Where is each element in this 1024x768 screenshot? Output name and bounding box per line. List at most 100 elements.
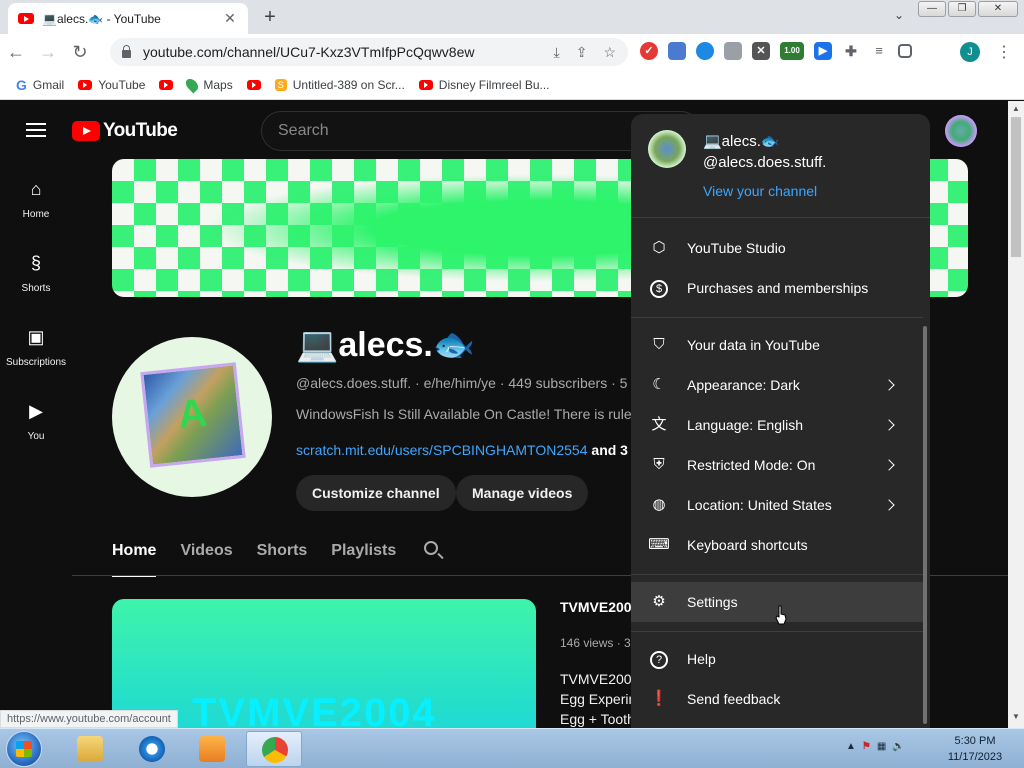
taskbar-media-player[interactable] [184,731,240,767]
tab-home[interactable]: Home [112,529,157,577]
scrollbar-thumb[interactable] [1011,117,1021,257]
channel-avatar[interactable] [112,337,272,497]
tab-search-chevron-icon[interactable]: ⌄ [894,8,904,22]
home-icon: ⌂ [30,179,42,199]
sidenav-item-subscriptions[interactable]: ▣ Subscriptions [0,327,72,368]
browser-tab-youtube[interactable]: 💻alecs.🐟 - YouTube ✕ [8,3,248,34]
counter-extension-icon[interactable]: 1.00 [780,42,804,60]
tab-shorts[interactable]: Shorts [257,529,308,577]
reload-icon[interactable]: ↻ [64,36,96,68]
tray-expand-icon[interactable]: ▲ [846,741,856,752]
page-scrollbar[interactable]: ▲ ▼ [1008,101,1024,728]
action-center-icon[interactable]: ⚑ [862,741,871,752]
channel-link[interactable]: scratch.mit.edu/users/SPCBINGHAMTON2554 [296,442,588,458]
bookmark-gmail[interactable]: G Gmail [16,77,64,93]
minimize-button[interactable]: — [918,1,946,17]
featured-video-thumbnail[interactable]: TVMVE2004 [112,599,536,728]
start-button[interactable] [6,731,42,767]
bookmark-youtube-2[interactable] [159,79,174,90]
system-tray: ▲ ⚑ ▦ 🔈 [846,741,905,752]
lock-icon[interactable] [122,45,131,58]
menu-item-restricted-mode[interactable]: ⛨ Restricted Mode: On [631,445,923,485]
menu-item-location[interactable]: ◍ Location: United States [631,485,923,525]
channel-meta: @alecs.does.stuff. · e/he/him/ye · 449 s… [296,375,628,391]
shield-extension-icon[interactable] [724,42,742,60]
bookmark-maps[interactable]: Maps [183,76,233,93]
windows-taskbar: ▲ ⚑ ▦ 🔈 5:30 PM 11/17/2023 [0,728,1024,768]
menu-icon[interactable] [26,123,46,137]
menu-item-language[interactable]: 文 Language: English [631,405,923,445]
menu-item-keyboard-shortcuts[interactable]: ⌨ Keyboard shortcuts [631,525,923,565]
view-channel-link[interactable]: View your channel [703,183,817,199]
sidenav-item-shorts[interactable]: § Shorts [0,253,72,294]
taskbar-clock[interactable]: 5:30 PM 11/17/2023 [940,733,1010,765]
address-bar[interactable]: youtube.com/channel/UCu7-Kxz3VTmIfpPcQqw… [110,38,628,66]
menu-item-youtube-studio[interactable]: ⬡ YouTube Studio [631,228,923,268]
tab-videos[interactable]: Videos [180,529,232,577]
address-url[interactable]: youtube.com/channel/UCu7-Kxz3VTmIfpPcQqw… [143,44,538,60]
back-arrow-icon[interactable]: ← [0,36,32,68]
chrome-icon [262,737,288,763]
account-avatar-button[interactable] [945,115,977,147]
tab-strip: 💻alecs.🐟 - YouTube ✕ + ⌄ — ❐ ✕ [0,0,1024,34]
tab-close-icon[interactable]: ✕ [222,10,238,27]
scroll-down-icon[interactable]: ▼ [1012,712,1020,721]
document-extension-icon[interactable] [668,42,686,60]
menu-item-purchases[interactable]: $ Purchases and memberships [631,268,923,308]
menu-item-your-data[interactable]: ⛉ Your data in YouTube [631,325,923,365]
blue-circle-extension-icon[interactable] [696,42,714,60]
internet-explorer-icon [139,736,165,762]
bookmark-scratch[interactable]: S Untitled-389 on Scr... [274,78,405,92]
taskbar-internet-explorer[interactable] [124,731,180,767]
youtube-icon [418,79,433,90]
taskbar-chrome[interactable] [246,731,302,767]
sidenav-item-home[interactable]: ⌂ Home [0,179,72,220]
bookmark-youtube-3[interactable] [246,79,261,90]
network-icon[interactable]: ▦ [877,741,886,752]
bookmark-star-icon[interactable]: ☆ [603,44,616,61]
restore-button[interactable]: ❐ [948,1,976,17]
chevron-right-icon [883,419,895,431]
forward-arrow-icon[interactable]: → [32,36,64,68]
menu-scrollbar[interactable] [923,326,927,724]
chrome-profile-avatar[interactable]: J [960,42,980,62]
folder-icon [77,736,103,762]
scroll-up-icon[interactable]: ▲ [1012,104,1020,113]
youtube-logo[interactable]: YouTube [72,120,178,142]
shorts-icon: § [30,253,41,273]
install-app-icon[interactable]: ⤓ [554,44,560,61]
featured-video-title[interactable]: TVMVE2004 [560,599,639,615]
taskbar-explorer[interactable] [62,731,118,767]
channel-search-icon[interactable] [424,541,438,555]
customize-channel-button[interactable]: Customize channel [296,475,456,511]
menu-item-send-feedback[interactable]: ❗ Send feedback [631,679,923,719]
sidenav-item-you[interactable]: ▶ You [0,401,72,442]
puzzle-extensions-icon[interactable]: ✚ [842,42,860,60]
hand-cursor-icon [775,605,787,625]
volume-muted-icon[interactable]: 🔈 [892,741,904,752]
manage-videos-button[interactable]: Manage videos [456,475,589,511]
channel-name: 💻alecs.🐟 [296,326,476,364]
adblock-extension-icon[interactable]: ✓ [640,42,658,60]
menu-item-appearance[interactable]: ☾ Appearance: Dark [631,365,923,405]
thumbnail-text: TVMVE2004 [192,691,437,728]
shield-person-icon: ⛉ [653,336,665,353]
menu-account-handle: @alecs.does.stuff. [703,154,827,171]
channel-description[interactable]: WindowsFish Is Still Available On Castle… [296,406,639,422]
chrome-menu-icon[interactable]: ⋮ [996,42,1012,62]
new-tab-button[interactable]: + [258,5,282,29]
menu-item-help[interactable]: ? Help [631,639,923,679]
menu-divider [631,317,923,318]
tab-playlists[interactable]: Playlists [331,529,396,577]
play-extension-icon[interactable]: ▶ [814,42,832,60]
keyboard-icon: ⌨ [648,536,670,553]
side-panel-icon[interactable] [898,44,912,58]
channel-tabs: Home Videos Shorts Playlists [112,529,420,577]
tools-extension-icon[interactable]: ✕ [752,42,770,60]
close-window-button[interactable]: ✕ [978,1,1018,17]
account-menu: 💻alecs.🐟 @alecs.does.stuff. View your ch… [631,114,930,728]
bookmark-disney-filmreel[interactable]: Disney Filmreel Bu... [418,78,550,92]
media-control-icon[interactable]: ≡ [870,42,888,60]
share-icon[interactable]: ⇪ [576,44,588,61]
bookmark-youtube[interactable]: YouTube [78,78,145,92]
